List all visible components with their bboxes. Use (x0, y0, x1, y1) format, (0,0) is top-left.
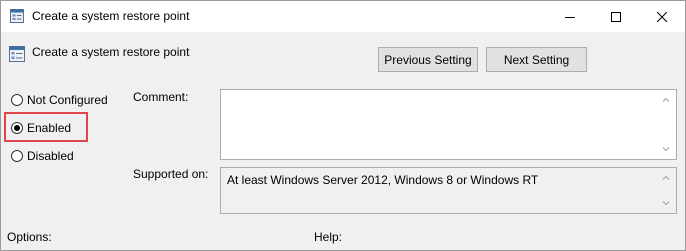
supported-on-box: At least Windows Server 2012, Windows 8 … (220, 167, 677, 214)
maximize-icon (611, 11, 621, 22)
comment-textarea[interactable] (220, 89, 677, 160)
radio-label-disabled: Disabled (27, 149, 74, 163)
window-title: Create a system restore point (32, 9, 190, 23)
title-bar[interactable]: Create a system restore point (1, 1, 685, 32)
setting-title: Create a system restore point (32, 45, 190, 59)
maximize-button[interactable] (593, 1, 639, 32)
policy-setting-icon (9, 46, 25, 62)
scroll-up-icon[interactable] (662, 174, 670, 182)
minimize-icon (565, 16, 575, 18)
scroll-down-icon[interactable] (662, 199, 670, 207)
radio-button-unchecked[interactable] (11, 150, 23, 162)
options-section-label: Options: (7, 230, 52, 244)
supported-on-label: Supported on: (133, 167, 209, 181)
scroll-down-icon[interactable] (662, 145, 670, 153)
next-setting-button[interactable]: Next Setting (486, 47, 587, 72)
close-button[interactable] (639, 1, 685, 32)
policy-settings-icon (10, 9, 24, 23)
scroll-up-icon[interactable] (662, 96, 670, 104)
radio-not-configured[interactable]: Not Configured (11, 92, 108, 108)
help-section-label: Help: (314, 230, 343, 244)
radio-button-unchecked[interactable] (11, 94, 23, 106)
enabled-highlight-box (4, 112, 88, 142)
comment-label: Comment: (133, 90, 189, 104)
minimize-button[interactable] (547, 1, 593, 32)
close-icon (657, 11, 667, 22)
previous-setting-button[interactable]: Previous Setting (378, 47, 478, 72)
radio-disabled[interactable]: Disabled (11, 148, 74, 164)
supported-on-value: At least Windows Server 2012, Windows 8 … (227, 173, 539, 187)
policy-setting-window: Create a system restore point Create a s… (0, 0, 686, 251)
radio-label-not-configured: Not Configured (27, 93, 108, 107)
